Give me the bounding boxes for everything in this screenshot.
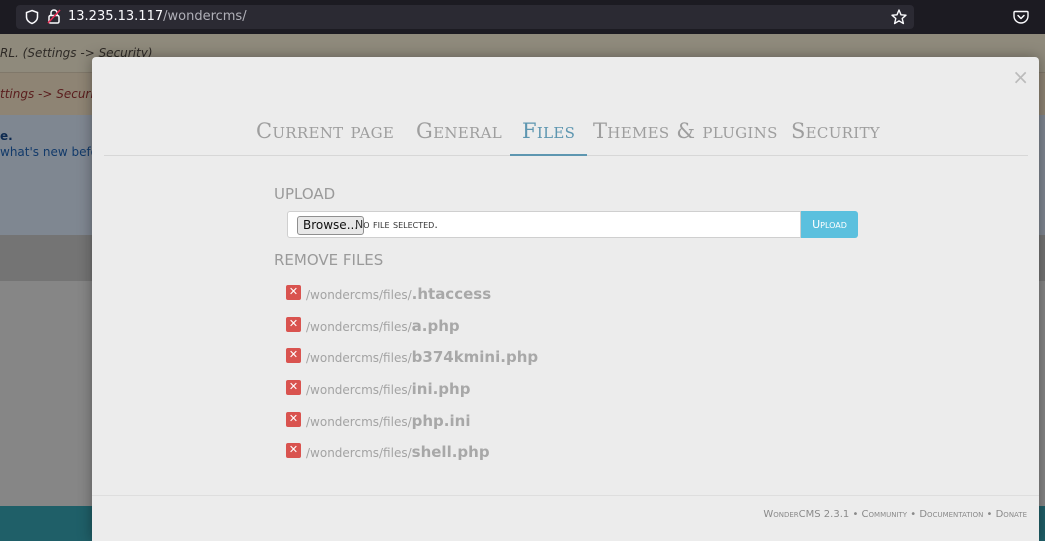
file-name: php.ini <box>411 411 471 430</box>
upload-section-label: UPLOAD <box>274 185 336 203</box>
pocket-icon[interactable] <box>1012 8 1030 26</box>
url-text[interactable]: 13.235.13.117/wondercms/ <box>68 9 247 24</box>
close-icon[interactable]: × <box>1012 65 1029 89</box>
no-file-selected-text: No file selected. <box>355 218 438 231</box>
file-path: /wondercms/files/.htaccess <box>306 285 491 303</box>
settings-modal: × Current page General Files Themes & pl… <box>92 57 1039 541</box>
delete-file-icon[interactable]: ✕ <box>286 411 301 427</box>
remove-files-section-label: REMOVE FILES <box>274 251 384 269</box>
tab-files[interactable]: Files <box>510 115 588 156</box>
background-warning-text: ttings -> Security <box>0 87 106 101</box>
shield-icon[interactable] <box>24 9 40 25</box>
upload-form: Browse... No file selected. Upload <box>287 211 858 238</box>
file-directory: /wondercms/files/ <box>306 319 412 334</box>
delete-file-icon[interactable]: ✕ <box>286 443 301 459</box>
file-path: /wondercms/files/ini.php <box>306 380 470 398</box>
file-name: b374kmini.php <box>411 348 539 367</box>
list-item: ✕ /wondercms/files/b374kmini.php <box>286 342 686 374</box>
version-text: WonderCMS 2.3.1 <box>763 509 850 520</box>
background-info-link: what's new befor <box>0 145 103 159</box>
list-item: ✕ /wondercms/files/shell.php <box>286 437 686 469</box>
settings-tabs: Current page General Files Themes & plug… <box>104 115 1028 156</box>
delete-file-icon[interactable]: ✕ <box>286 316 301 332</box>
upload-button[interactable]: Upload <box>801 211 858 238</box>
footer-separator: • <box>907 509 920 520</box>
file-directory: /wondercms/files/ <box>306 383 412 398</box>
insecure-lock-icon[interactable] <box>46 8 62 25</box>
file-name: ini.php <box>411 380 471 399</box>
tab-security[interactable]: Security <box>791 115 880 156</box>
file-input[interactable]: Browse... No file selected. <box>287 211 801 238</box>
background-info-heading: e. <box>0 129 13 143</box>
file-path: /wondercms/files/shell.php <box>306 443 490 461</box>
tab-current-page[interactable]: Current page <box>256 115 394 156</box>
bookmark-star-icon[interactable] <box>890 8 908 26</box>
file-directory: /wondercms/files/ <box>306 351 412 366</box>
file-directory: /wondercms/files/ <box>306 288 412 302</box>
file-directory: /wondercms/files/ <box>306 414 412 429</box>
file-path: /wondercms/files/php.ini <box>306 412 470 430</box>
address-bar[interactable]: 13.235.13.117/wondercms/ <box>16 5 914 29</box>
url-host: 13.235.13.117 <box>68 9 164 24</box>
tab-themes-plugins[interactable]: Themes & plugins <box>593 115 778 156</box>
file-name: a.php <box>411 316 460 335</box>
url-path: /wondercms/ <box>163 9 247 24</box>
list-item: ✕ /wondercms/files/.htaccess <box>286 279 686 311</box>
footer-separator: • <box>849 509 862 520</box>
list-item: ✕ /wondercms/files/ini.php <box>286 374 686 406</box>
delete-file-icon[interactable]: ✕ <box>286 348 301 364</box>
footer-separator: • <box>983 509 996 520</box>
footer-text: WonderCMS 2.3.1 • Community • Documentat… <box>763 509 1027 520</box>
file-name: .htaccess <box>411 285 492 303</box>
file-directory: /wondercms/files/ <box>306 446 412 461</box>
file-path: /wondercms/files/a.php <box>306 317 460 335</box>
browser-toolbar: 13.235.13.117/wondercms/ <box>0 0 1045 34</box>
file-list: ✕ /wondercms/files/.htaccess ✕ /wondercm… <box>286 279 686 469</box>
file-name: shell.php <box>411 443 490 462</box>
list-item: ✕ /wondercms/files/php.ini <box>286 406 686 438</box>
delete-file-icon[interactable]: ✕ <box>286 285 301 300</box>
list-item: ✕ /wondercms/files/a.php <box>286 311 686 343</box>
tab-general[interactable]: General <box>416 115 502 156</box>
file-path: /wondercms/files/b374kmini.php <box>306 348 538 366</box>
community-link[interactable]: Community <box>862 509 908 520</box>
documentation-link[interactable]: Documentation <box>919 509 983 520</box>
donate-link[interactable]: Donate <box>996 509 1027 520</box>
delete-file-icon[interactable]: ✕ <box>286 380 301 396</box>
modal-footer: WonderCMS 2.3.1 • Community • Documentat… <box>92 495 1039 541</box>
